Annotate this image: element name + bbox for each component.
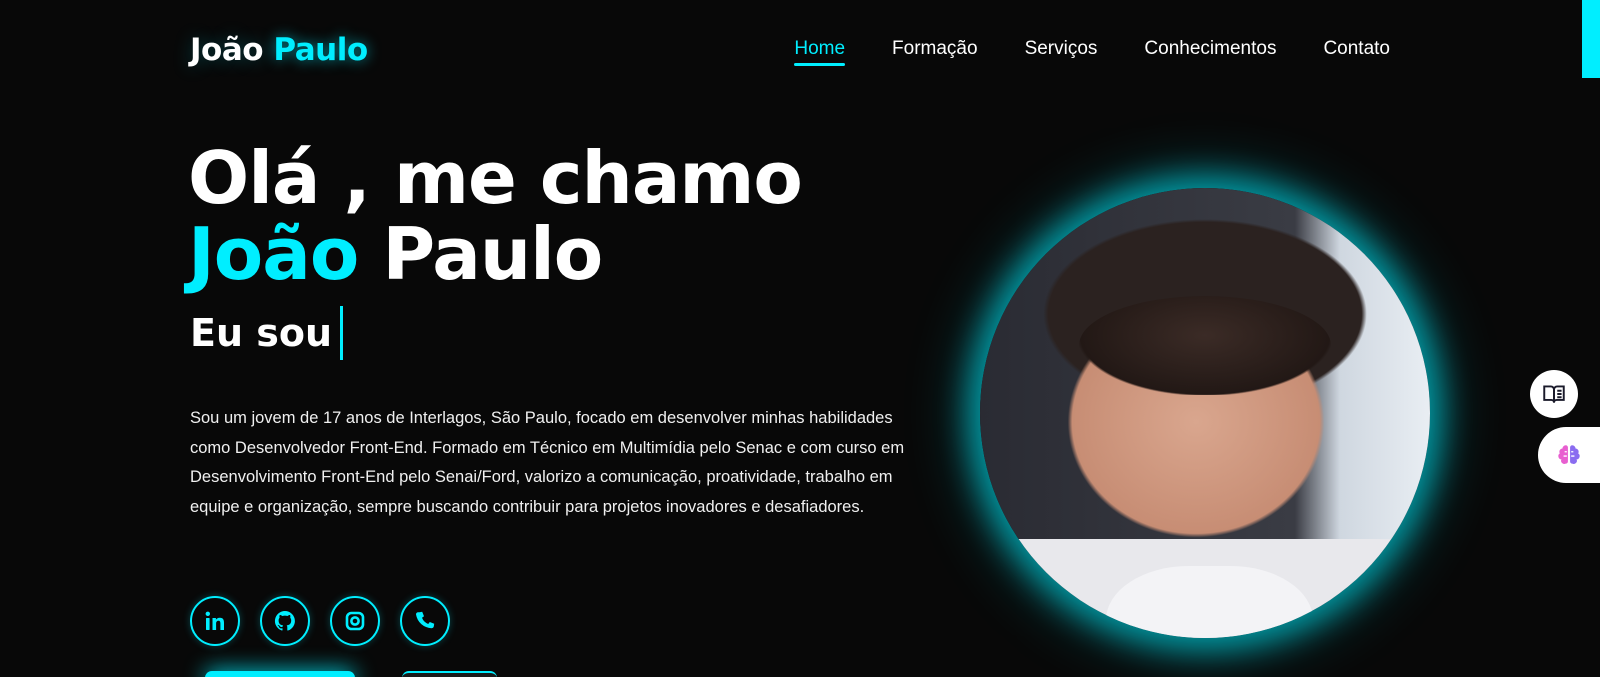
github-link[interactable] xyxy=(260,596,310,646)
site-header: João Paulo Home Formação Serviços Conhec… xyxy=(0,0,1600,100)
linkedin-icon xyxy=(205,611,224,630)
bio-paragraph: Sou um jovem de 17 anos de Interlagos, S… xyxy=(190,409,905,516)
social-links xyxy=(190,596,450,646)
logo[interactable]: João Paulo xyxy=(190,32,368,68)
profile-photo xyxy=(980,188,1430,638)
nav-conhecimentos[interactable]: Conhecimentos xyxy=(1144,38,1276,60)
secondary-button-glow[interactable] xyxy=(402,671,497,677)
typing-text: Eu sou xyxy=(190,306,344,360)
logo-first-name: João xyxy=(190,32,264,68)
book-icon xyxy=(1543,385,1565,403)
accessibility-button[interactable] xyxy=(1538,427,1600,483)
phone-icon xyxy=(416,611,435,629)
linkedin-link[interactable] xyxy=(190,596,240,646)
nav-contato[interactable]: Contato xyxy=(1323,38,1390,60)
hero-greeting: Olá , me chamo xyxy=(188,136,803,220)
nav-servicos[interactable]: Serviços xyxy=(1025,38,1098,60)
instagram-link[interactable] xyxy=(330,596,380,646)
typing-prefix: Eu sou xyxy=(190,311,333,355)
github-icon xyxy=(274,610,295,631)
instagram-icon xyxy=(345,611,365,631)
hero-title: Olá , me chamo João Paulo xyxy=(188,140,803,292)
nav-formacao[interactable]: Formação xyxy=(892,38,978,60)
logo-last-name: Paulo xyxy=(273,32,368,68)
reading-mode-button[interactable] xyxy=(1530,370,1578,418)
typing-cursor xyxy=(340,306,344,360)
main-nav: Home Formação Serviços Conhecimentos Con… xyxy=(794,38,1390,66)
hero-name-last: Paulo xyxy=(382,212,603,296)
nav-home[interactable]: Home xyxy=(794,38,845,66)
hero-name-first: João xyxy=(188,212,359,296)
brain-icon xyxy=(1558,445,1580,464)
cta-button-glow[interactable] xyxy=(205,671,355,677)
phone-link[interactable] xyxy=(400,596,450,646)
